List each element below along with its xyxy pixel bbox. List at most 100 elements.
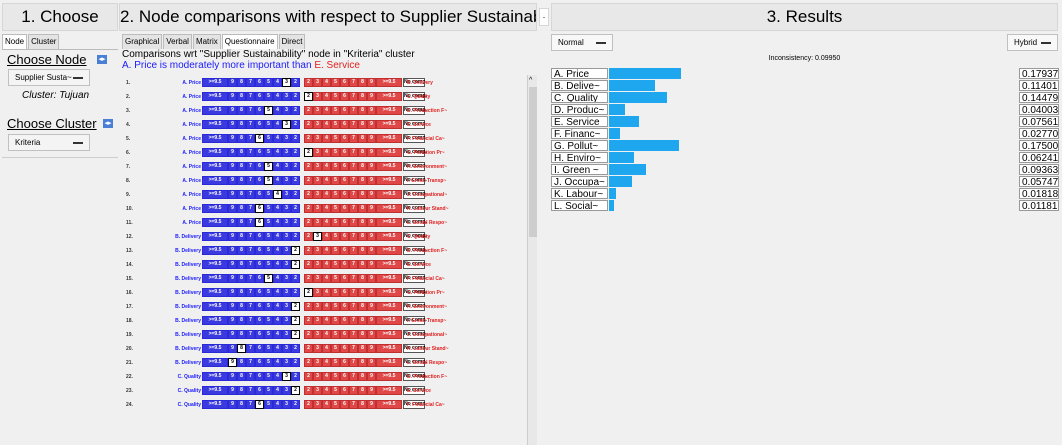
scale-cell[interactable]: 4 — [322, 302, 331, 311]
scale-cell[interactable]: 5 — [264, 316, 273, 325]
scale-cell[interactable]: 4 — [273, 106, 282, 115]
scale-cell[interactable]: 3 — [313, 274, 322, 283]
scale-cell[interactable]: >=9.5 — [376, 330, 402, 339]
scale-cell[interactable]: 2 — [304, 176, 313, 185]
scale-cell[interactable]: >=9.5 — [202, 232, 228, 241]
scale-cell[interactable]: 8 — [358, 288, 367, 297]
scale-cell[interactable]: 7 — [246, 302, 255, 311]
scale-cell[interactable]: 5 — [331, 134, 340, 143]
scale-cell[interactable]: 4 — [273, 344, 282, 353]
scale-cell[interactable]: 9 — [367, 386, 376, 395]
tab-cluster[interactable]: Cluster — [28, 34, 60, 49]
tab-node[interactable]: Node — [2, 34, 28, 49]
scale-cell[interactable]: 9 — [367, 106, 376, 115]
scale-cell[interactable]: >=9.5 — [202, 204, 228, 213]
scale-cell[interactable]: 7 — [246, 232, 255, 241]
scale-cell[interactable]: 4 — [322, 232, 331, 241]
scale-cell[interactable]: 8 — [358, 246, 367, 255]
scale-cell[interactable]: 5 — [264, 274, 273, 283]
scale-cell[interactable]: 8 — [237, 386, 246, 395]
scale-cell[interactable]: 6 — [340, 358, 349, 367]
scale-cell[interactable]: 6 — [255, 358, 264, 367]
scale-cell[interactable]: 3 — [282, 176, 291, 185]
minimize-button[interactable]: · — [539, 8, 549, 26]
scale-cell[interactable]: >=9.5 — [376, 302, 402, 311]
scale-cell[interactable]: 3 — [313, 134, 322, 143]
scale-cell[interactable]: 5 — [264, 162, 273, 171]
scale-cell[interactable]: 9 — [228, 92, 237, 101]
scale-cell[interactable]: >=9.5 — [376, 232, 402, 241]
scale-cell[interactable]: 2 — [304, 162, 313, 171]
scale-cell[interactable]: 3 — [282, 106, 291, 115]
scale-cell[interactable]: 3 — [313, 190, 322, 199]
scale-cell[interactable]: 8 — [358, 274, 367, 283]
scale-cell[interactable]: 6 — [340, 274, 349, 283]
scale-cell[interactable]: 3 — [313, 358, 322, 367]
scale-cell[interactable]: 7 — [246, 330, 255, 339]
scale-cell[interactable]: 7 — [349, 260, 358, 269]
scale-cell[interactable]: 6 — [340, 190, 349, 199]
scale-cell[interactable]: 9 — [367, 92, 376, 101]
scale-cell[interactable]: 8 — [358, 358, 367, 367]
scale-cell[interactable]: 9 — [367, 204, 376, 213]
scale-cell[interactable]: >=9.5 — [376, 162, 402, 171]
scale-cell[interactable]: 7 — [246, 358, 255, 367]
scale-cell[interactable]: 8 — [237, 176, 246, 185]
scale-cell[interactable]: 3 — [282, 302, 291, 311]
scale-cell[interactable]: 2 — [291, 162, 300, 171]
scale-cell[interactable]: 7 — [246, 316, 255, 325]
scale-cell[interactable]: >=9.5 — [376, 260, 402, 269]
scale-cell[interactable]: >=9.5 — [376, 218, 402, 227]
scale-cell[interactable]: >=9.5 — [376, 176, 402, 185]
scale-cell[interactable]: 6 — [340, 106, 349, 115]
scale-cell[interactable]: 9 — [367, 162, 376, 171]
scale-cell[interactable]: 7 — [349, 288, 358, 297]
scale-cell[interactable]: 2 — [304, 148, 313, 157]
scale-cell[interactable]: 2 — [291, 288, 300, 297]
scale-cell[interactable]: 9 — [367, 302, 376, 311]
scale-cell[interactable]: 3 — [282, 400, 291, 409]
scale-cell[interactable]: 5 — [331, 106, 340, 115]
scale-cell[interactable]: 8 — [358, 386, 367, 395]
scale-cell[interactable]: 4 — [273, 162, 282, 171]
scale-cell[interactable]: 9 — [228, 162, 237, 171]
scale-cell[interactable]: 6 — [340, 302, 349, 311]
scale-cell[interactable]: 7 — [349, 190, 358, 199]
scale-cell[interactable]: 7 — [246, 288, 255, 297]
scale-cell[interactable]: 2 — [304, 232, 313, 241]
scale-cell[interactable]: 5 — [331, 400, 340, 409]
scale-cell[interactable]: 6 — [340, 344, 349, 353]
scale-cell[interactable]: 6 — [340, 288, 349, 297]
scale-cell[interactable]: >=9.5 — [376, 400, 402, 409]
scale-cell[interactable]: 3 — [282, 134, 291, 143]
scale-cell[interactable]: 5 — [264, 372, 273, 381]
scale-cell[interactable]: 8 — [237, 246, 246, 255]
scale-cell[interactable]: 2 — [291, 218, 300, 227]
scale-cell[interactable]: 2 — [304, 204, 313, 213]
tab-direct[interactable]: Direct — [278, 34, 306, 49]
scale-cell[interactable]: 2 — [291, 400, 300, 409]
scale-cell[interactable]: 6 — [340, 232, 349, 241]
scale-cell[interactable]: 7 — [246, 344, 255, 353]
scale-cell[interactable]: 6 — [255, 176, 264, 185]
scale-cell[interactable]: 8 — [358, 92, 367, 101]
scale-cell[interactable]: 9 — [367, 134, 376, 143]
scale-cell[interactable]: 3 — [282, 148, 291, 157]
scale-cell[interactable]: 8 — [237, 92, 246, 101]
scale-cell[interactable]: 3 — [282, 274, 291, 283]
scale-cell[interactable]: >=9.5 — [202, 288, 228, 297]
scale-cell[interactable]: 2 — [304, 316, 313, 325]
scale-cell[interactable]: 6 — [255, 330, 264, 339]
scale-cell[interactable]: 4 — [273, 288, 282, 297]
scale-cell[interactable]: 9 — [228, 400, 237, 409]
scale-cell[interactable]: 6 — [340, 316, 349, 325]
scale-cell[interactable]: 5 — [331, 148, 340, 157]
scale-cell[interactable]: 6 — [255, 260, 264, 269]
scale-cell[interactable]: 3 — [313, 288, 322, 297]
scale-cell[interactable]: 9 — [367, 78, 376, 87]
scale-cell[interactable]: 2 — [304, 358, 313, 367]
scale-cell[interactable]: 6 — [255, 302, 264, 311]
scale-cell[interactable]: 5 — [331, 218, 340, 227]
scale-cell[interactable]: >=9.5 — [202, 316, 228, 325]
scale-cell[interactable]: 7 — [349, 134, 358, 143]
